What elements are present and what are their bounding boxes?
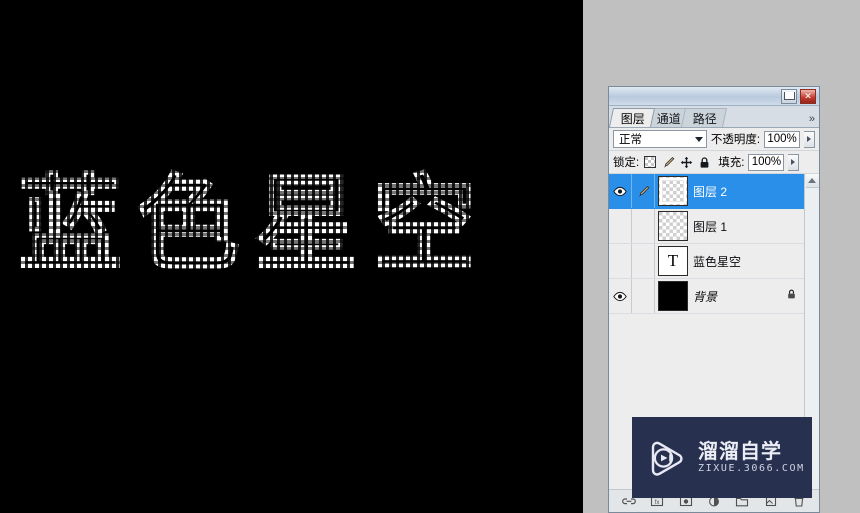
play-button-logo-icon <box>646 437 688 479</box>
fill-slider-button[interactable] <box>788 153 800 171</box>
fill-label: 填充: <box>718 157 745 169</box>
close-button[interactable]: ✕ <box>800 88 816 104</box>
lock-label: 锁定: <box>613 157 640 169</box>
blend-mode-value: 正常 <box>619 134 642 146</box>
layer-name-1: 图层 1 <box>693 219 728 234</box>
layer-row-0[interactable]: 图层 2 <box>609 174 804 209</box>
watermark-url: ZIXUE.3066.COM <box>698 463 805 474</box>
watermark: 溜溜自学 ZIXUE.3066.COM <box>632 417 812 498</box>
minimize-button[interactable] <box>781 88 797 104</box>
document-canvas[interactable]: 蓝色星空 <box>0 0 583 513</box>
tab-channels-label: 通道 <box>656 111 681 126</box>
artboard: 蓝色星空 <box>0 0 583 513</box>
layer-thumbnail-3[interactable] <box>658 281 688 311</box>
layer-visibility-toggle-3[interactable] <box>609 279 632 313</box>
svg-text:fx: fx <box>655 500 660 506</box>
fill-input[interactable]: 100% <box>748 153 785 171</box>
layer-name-0: 图层 2 <box>693 184 728 199</box>
layer-visibility-toggle-2[interactable] <box>609 244 632 278</box>
layer-visibility-toggle-0[interactable] <box>609 174 632 208</box>
tab-paths-label: 路径 <box>692 111 717 126</box>
tab-layers-label: 图层 <box>620 111 645 126</box>
minimize-icon <box>783 92 795 100</box>
close-icon: ✕ <box>804 90 812 101</box>
canvas-selection-text: 蓝色星空 <box>17 163 491 285</box>
tab-paths[interactable]: 路径 <box>681 108 728 127</box>
blend-mode-row: 正常 不透明度: 100% <box>609 128 819 151</box>
lock-all-padlock-icon[interactable] <box>697 155 711 169</box>
layer-row-3[interactable]: 背景 <box>609 279 804 314</box>
watermark-text: 溜溜自学 ZIXUE.3066.COM <box>698 441 805 474</box>
watermark-brand: 溜溜自学 <box>698 439 782 463</box>
blend-mode-select[interactable]: 正常 <box>613 130 707 148</box>
lock-position-move-icon[interactable] <box>679 155 693 169</box>
scroll-up-icon[interactable] <box>805 174 819 188</box>
layer-brush-indicator-3[interactable] <box>632 279 655 313</box>
layer-thumbnail-0[interactable] <box>658 176 688 206</box>
panel-menu-overflow-icon[interactable]: » <box>809 113 815 125</box>
layer-row-1[interactable]: 图层 1 <box>609 209 804 244</box>
layer-visibility-toggle-1[interactable] <box>609 209 632 243</box>
screen-root: 蓝色星空 ✕ 图层 通道 路径 » 正常 不透明度: 100% 锁定: 填充: … <box>0 0 860 513</box>
lock-transparent-pixels-icon[interactable] <box>643 155 657 169</box>
layer-row-2[interactable]: T 蓝色星空 <box>609 244 804 279</box>
layer-thumbnail-1[interactable] <box>658 211 688 241</box>
layer-brush-indicator-0[interactable] <box>632 174 655 208</box>
layer-name-2: 蓝色星空 <box>693 254 742 269</box>
layer-brush-indicator-1[interactable] <box>632 209 655 243</box>
layer-locked-padlock-icon <box>786 287 797 305</box>
lock-row: 锁定: 填充: 100% <box>609 151 819 174</box>
layer-name-3: 背景 <box>693 289 718 304</box>
lock-image-pixels-brush-icon[interactable] <box>661 155 675 169</box>
opacity-slider-button[interactable] <box>804 130 815 148</box>
tab-layers[interactable]: 图层 <box>608 108 656 127</box>
opacity-input[interactable]: 100% <box>764 130 801 148</box>
opacity-label: 不透明度: <box>710 134 761 146</box>
panel-tab-row[interactable]: 图层 通道 路径 » <box>608 106 819 128</box>
selection-text-group: 蓝色星空 <box>0 0 583 513</box>
layer-thumbnail-2-type-icon[interactable]: T <box>658 246 688 276</box>
layer-brush-indicator-2[interactable] <box>632 244 655 278</box>
chevron-down-icon <box>694 136 703 142</box>
panel-titlebar[interactable]: ✕ <box>609 87 819 106</box>
